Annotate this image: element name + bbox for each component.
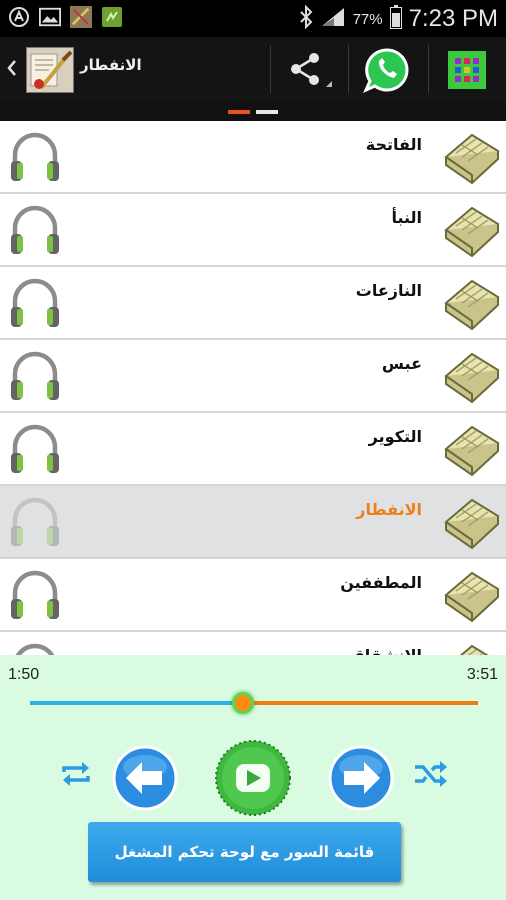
quran-book-icon (442, 638, 502, 655)
shuffle-icon (415, 761, 447, 787)
list-item[interactable]: التكوير (0, 413, 506, 486)
quran-book-icon (442, 346, 502, 406)
whatsapp-button[interactable] (362, 47, 412, 93)
play-button[interactable] (214, 739, 292, 817)
list-item[interactable]: النازعات (0, 267, 506, 340)
player-panel: 1:50 3:51 قائمة السور مع لوحة تحكم المشغ… (0, 655, 506, 900)
page-indicator-active (228, 110, 250, 114)
quran-book-icon (442, 273, 502, 333)
seek-progress (30, 701, 244, 705)
surah-list-button-label: قائمة السور مع لوحة تحكم المشغل (114, 843, 375, 861)
app-logo[interactable] (26, 47, 74, 93)
signal-icon (320, 6, 346, 32)
list-item[interactable]: المطففين (0, 559, 506, 632)
previous-button[interactable] (112, 745, 178, 811)
grid-menu-button[interactable] (448, 51, 486, 89)
clock: 7:23 PM (408, 5, 498, 32)
list-item[interactable]: الانفطار (0, 486, 506, 559)
list-item[interactable]: الانشقاق (0, 632, 506, 655)
android-icon (101, 6, 123, 28)
surah-title: الانفطار (356, 500, 422, 519)
surah-title: النازعات (355, 281, 422, 300)
quran-book-icon (442, 200, 502, 260)
surah-list[interactable]: الفاتحة النبأ النازعات عبس التكوير الانف… (0, 121, 506, 655)
repeat-icon (62, 762, 90, 786)
divider (428, 45, 429, 93)
quran-book-icon (442, 419, 502, 479)
repeat-button[interactable] (56, 754, 96, 794)
shuffle-button[interactable] (410, 754, 450, 794)
share-icon (291, 53, 332, 87)
page-title: الانفطار (80, 56, 142, 74)
whatsapp-icon (363, 48, 409, 93)
image-icon (39, 6, 61, 28)
surah-list-button[interactable]: قائمة السور مع لوحة تحكم المشغل (88, 822, 401, 882)
surah-title: التكوير (368, 427, 422, 446)
quran-book-icon (442, 492, 502, 552)
headphones-icon[interactable] (8, 640, 62, 655)
next-arrow-icon (328, 745, 394, 811)
elapsed-time: 1:50 (8, 666, 40, 683)
divider (270, 45, 271, 93)
action-bar: الانفطار (0, 37, 506, 101)
page-indicator-inactive (256, 110, 278, 114)
surah-title: النبأ (391, 208, 422, 227)
headphones-icon[interactable] (8, 421, 62, 477)
page-indicator (0, 101, 506, 121)
accessibility-icon (8, 6, 30, 28)
headphones-icon[interactable] (8, 129, 62, 185)
headphones-icon[interactable] (8, 348, 62, 404)
headphones-icon[interactable] (8, 275, 62, 331)
play-icon (215, 740, 291, 816)
list-item[interactable]: عبس (0, 340, 506, 413)
surah-title: الفاتحة (365, 135, 422, 154)
surah-title: المطففين (340, 573, 422, 592)
headphones-icon[interactable] (8, 494, 62, 550)
bluetooth-icon (299, 4, 313, 33)
quran-book-icon (442, 565, 502, 625)
share-button[interactable] (282, 51, 334, 89)
total-duration: 3:51 (466, 666, 498, 683)
next-button[interactable] (328, 745, 394, 811)
status-bar: 77% 7:23 PM (0, 0, 506, 37)
headphones-icon[interactable] (8, 202, 62, 258)
list-item[interactable]: الفاتحة (0, 121, 506, 194)
surah-title: الانشقاق (350, 646, 422, 655)
grid-menu-icon (448, 51, 486, 89)
seek-bar[interactable] (30, 695, 478, 711)
list-item[interactable]: النبأ (0, 194, 506, 267)
chevron-left-icon[interactable] (4, 55, 20, 81)
battery-icon (389, 5, 402, 33)
divider (348, 45, 349, 93)
surah-title: عبس (381, 354, 422, 373)
seek-thumb[interactable] (235, 695, 252, 711)
previous-arrow-icon (112, 745, 178, 811)
headphones-icon[interactable] (8, 567, 62, 623)
battery-text: 77% (352, 10, 383, 28)
quran-book-icon (442, 127, 502, 187)
app-thumb-icon (70, 6, 92, 28)
